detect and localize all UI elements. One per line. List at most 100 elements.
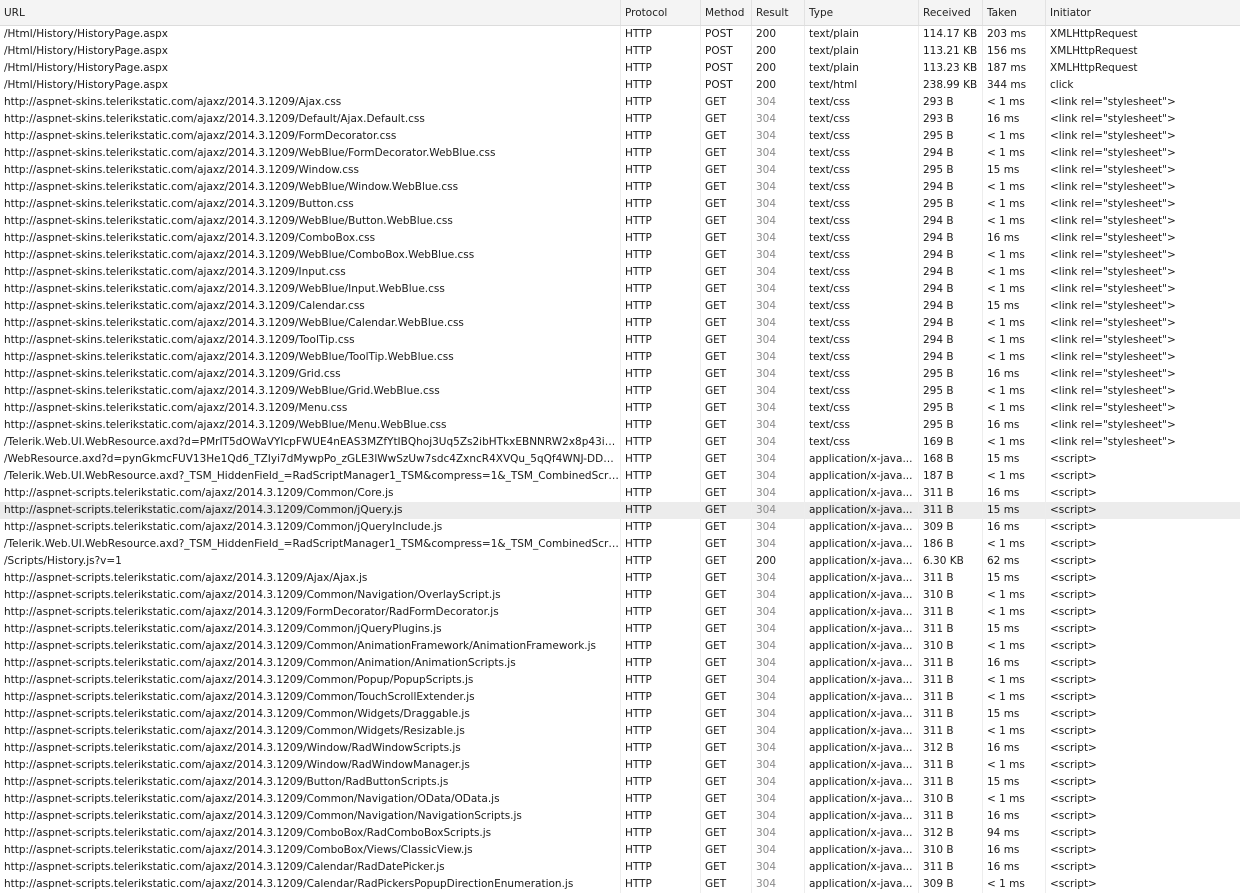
column-header-taken[interactable]: Taken	[983, 0, 1046, 25]
url-cell: http://aspnet-scripts.telerikstatic.com/…	[0, 859, 621, 876]
table-row[interactable]: http://aspnet-scripts.telerikstatic.com/…	[0, 859, 1240, 876]
table-row[interactable]: /Telerik.Web.UI.WebResource.axd?_TSM_Hid…	[0, 536, 1240, 553]
table-row[interactable]: /Scripts/History.js?v=1 HTTP GET 200 applica…	[0, 553, 1240, 570]
column-header-type[interactable]: Type	[805, 0, 919, 25]
table-row[interactable]: http://aspnet-scripts.telerikstatic.com/…	[0, 774, 1240, 791]
table-row[interactable]: http://aspnet-skins.telerikstatic.com/aj…	[0, 298, 1240, 315]
taken-cell: 16 ms	[983, 859, 1046, 876]
method-cell: GET	[701, 281, 752, 298]
method-cell: GET	[701, 247, 752, 264]
table-row[interactable]: http://aspnet-skins.telerikstatic.com/aj…	[0, 400, 1240, 417]
column-header-initiator[interactable]: Initiator	[1046, 0, 1240, 25]
table-row[interactable]: /Html/History/HistoryPage.aspx HTTP POST 20…	[0, 43, 1240, 60]
column-header-url[interactable]: URL	[0, 0, 621, 25]
taken-cell: 15 ms	[983, 570, 1046, 587]
received-cell: 295 B	[919, 196, 983, 213]
table-row[interactable]: http://aspnet-scripts.telerikstatic.com/…	[0, 502, 1240, 519]
received-cell: 311 B	[919, 706, 983, 723]
table-row[interactable]: http://aspnet-skins.telerikstatic.com/aj…	[0, 145, 1240, 162]
method-cell: GET	[701, 553, 752, 570]
table-row[interactable]: http://aspnet-scripts.telerikstatic.com/…	[0, 621, 1240, 638]
table-row[interactable]: /Html/History/HistoryPage.aspx HTTP POST 20…	[0, 26, 1240, 43]
url-cell: http://aspnet-scripts.telerikstatic.com/…	[0, 621, 621, 638]
table-row[interactable]: http://aspnet-scripts.telerikstatic.com/…	[0, 825, 1240, 842]
table-row[interactable]: http://aspnet-skins.telerikstatic.com/aj…	[0, 417, 1240, 434]
method-cell: GET	[701, 111, 752, 128]
type-cell: text/css	[805, 417, 919, 434]
result-cell: 304	[752, 298, 805, 315]
table-row[interactable]: http://aspnet-skins.telerikstatic.com/aj…	[0, 94, 1240, 111]
result-cell: 304	[752, 672, 805, 689]
table-row[interactable]: http://aspnet-skins.telerikstatic.com/aj…	[0, 247, 1240, 264]
table-row[interactable]: /WebResource.axd?d=pynGkmcFUV13He1Qd6_TZ…	[0, 451, 1240, 468]
table-row[interactable]: http://aspnet-skins.telerikstatic.com/aj…	[0, 230, 1240, 247]
table-row[interactable]: http://aspnet-scripts.telerikstatic.com/…	[0, 655, 1240, 672]
url-cell: http://aspnet-skins.telerikstatic.com/aj…	[0, 162, 621, 179]
table-row[interactable]: http://aspnet-scripts.telerikstatic.com/…	[0, 485, 1240, 502]
result-cell: 304	[752, 740, 805, 757]
table-row[interactable]: http://aspnet-scripts.telerikstatic.com/…	[0, 842, 1240, 859]
table-row[interactable]: http://aspnet-scripts.telerikstatic.com/…	[0, 757, 1240, 774]
taken-cell: 15 ms	[983, 162, 1046, 179]
url-cell: http://aspnet-skins.telerikstatic.com/aj…	[0, 400, 621, 417]
initiator-cell: <link rel="stylesheet">	[1050, 266, 1176, 278]
table-row[interactable]: http://aspnet-scripts.telerikstatic.com/…	[0, 876, 1240, 893]
initiator-cell: <link rel="stylesheet">	[1050, 402, 1176, 414]
column-header-method[interactable]: Method	[701, 0, 752, 25]
table-row[interactable]: /Html/History/HistoryPage.aspx HTTP POST 20…	[0, 77, 1240, 94]
table-row[interactable]: http://aspnet-scripts.telerikstatic.com/…	[0, 808, 1240, 825]
table-row[interactable]: http://aspnet-skins.telerikstatic.com/aj…	[0, 179, 1240, 196]
table-row[interactable]: http://aspnet-skins.telerikstatic.com/aj…	[0, 332, 1240, 349]
table-row[interactable]: /Telerik.Web.UI.WebResource.axd?_TSM_Hid…	[0, 468, 1240, 485]
table-row[interactable]: http://aspnet-skins.telerikstatic.com/aj…	[0, 162, 1240, 179]
method-cell: GET	[701, 400, 752, 417]
table-row[interactable]: http://aspnet-scripts.telerikstatic.com/…	[0, 689, 1240, 706]
table-row[interactable]: http://aspnet-skins.telerikstatic.com/aj…	[0, 128, 1240, 145]
table-row[interactable]: http://aspnet-scripts.telerikstatic.com/…	[0, 604, 1240, 621]
type-cell: application/x-java...	[805, 672, 919, 689]
table-row[interactable]: http://aspnet-scripts.telerikstatic.com/…	[0, 672, 1240, 689]
table-row[interactable]: http://aspnet-skins.telerikstatic.com/aj…	[0, 111, 1240, 128]
table-row[interactable]: http://aspnet-scripts.telerikstatic.com/…	[0, 638, 1240, 655]
table-row[interactable]: http://aspnet-skins.telerikstatic.com/aj…	[0, 315, 1240, 332]
table-row[interactable]: http://aspnet-skins.telerikstatic.com/aj…	[0, 264, 1240, 281]
table-row[interactable]: http://aspnet-scripts.telerikstatic.com/…	[0, 740, 1240, 757]
method-cell: GET	[701, 468, 752, 485]
column-header-result[interactable]: Result	[752, 0, 805, 25]
column-header-received[interactable]: Received	[919, 0, 983, 25]
table-row[interactable]: http://aspnet-scripts.telerikstatic.com/…	[0, 519, 1240, 536]
table-row[interactable]: http://aspnet-skins.telerikstatic.com/aj…	[0, 281, 1240, 298]
taken-cell: < 1 ms	[983, 349, 1046, 366]
table-row[interactable]: /Html/History/HistoryPage.aspx HTTP POST 20…	[0, 60, 1240, 77]
table-row[interactable]: http://aspnet-skins.telerikstatic.com/aj…	[0, 213, 1240, 230]
result-cell: 304	[752, 400, 805, 417]
table-row[interactable]: http://aspnet-skins.telerikstatic.com/aj…	[0, 383, 1240, 400]
table-row[interactable]: http://aspnet-skins.telerikstatic.com/aj…	[0, 366, 1240, 383]
url-cell: http://aspnet-scripts.telerikstatic.com/…	[0, 570, 621, 587]
protocol-cell: HTTP	[621, 689, 701, 706]
result-cell: 304	[752, 519, 805, 536]
received-cell: 311 B	[919, 485, 983, 502]
table-row[interactable]: /Telerik.Web.UI.WebResource.axd?d=PMrIT5…	[0, 434, 1240, 451]
initiator-cell: <script>	[1050, 453, 1097, 465]
table-row[interactable]: http://aspnet-scripts.telerikstatic.com/…	[0, 723, 1240, 740]
method-cell: GET	[701, 587, 752, 604]
table-row[interactable]: http://aspnet-skins.telerikstatic.com/aj…	[0, 196, 1240, 213]
url-cell: http://aspnet-skins.telerikstatic.com/aj…	[0, 145, 621, 162]
type-cell: application/x-java...	[805, 621, 919, 638]
table-row[interactable]: http://aspnet-scripts.telerikstatic.com/…	[0, 706, 1240, 723]
column-header-protocol[interactable]: Protocol	[621, 0, 701, 25]
method-cell: GET	[701, 485, 752, 502]
received-cell: 310 B	[919, 587, 983, 604]
received-cell: 312 B	[919, 825, 983, 842]
table-row[interactable]: http://aspnet-skins.telerikstatic.com/aj…	[0, 349, 1240, 366]
table-row[interactable]: http://aspnet-scripts.telerikstatic.com/…	[0, 570, 1240, 587]
method-cell: GET	[701, 366, 752, 383]
table-row[interactable]: http://aspnet-scripts.telerikstatic.com/…	[0, 587, 1240, 604]
url-cell: http://aspnet-skins.telerikstatic.com/aj…	[0, 349, 621, 366]
method-cell: GET	[701, 774, 752, 791]
result-cell: 304	[752, 638, 805, 655]
taken-cell: 16 ms	[983, 111, 1046, 128]
type-cell: application/x-java...	[805, 536, 919, 553]
table-row[interactable]: http://aspnet-scripts.telerikstatic.com/…	[0, 791, 1240, 808]
